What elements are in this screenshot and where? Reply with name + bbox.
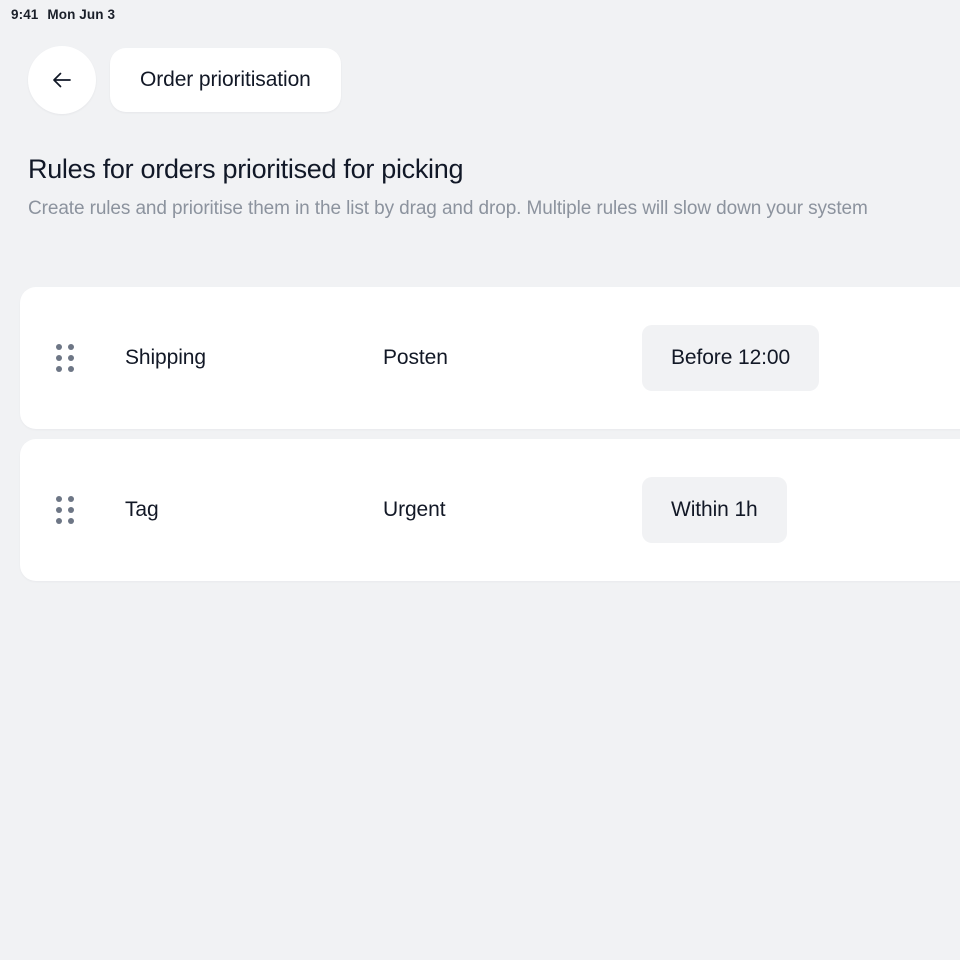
rule-type-label: Tag	[125, 498, 159, 521]
page-subtitle: Create rules and prioritise them in the …	[28, 198, 868, 219]
top-navigation: Order prioritisation	[28, 46, 341, 114]
app-screen: 9:41 Mon Jun 3 Order prioritisation Rule…	[0, 0, 960, 960]
rules-list: Shipping Posten Before 12:00 Tag Urgent …	[20, 287, 960, 581]
status-bar: 9:41 Mon Jun 3	[0, 0, 960, 28]
rule-chip-wrapper: Within 1h	[642, 477, 787, 543]
arrow-left-icon	[49, 67, 75, 93]
page-title-pill-label: Order prioritisation	[140, 68, 311, 91]
drag-handle-icon[interactable]	[56, 344, 82, 372]
rule-row[interactable]: Shipping Posten Before 12:00	[20, 287, 960, 429]
back-button[interactable]	[28, 46, 96, 114]
page-title: Rules for orders prioritised for picking	[28, 154, 464, 184]
drag-handle-icon[interactable]	[56, 496, 82, 524]
rule-condition-chip[interactable]: Within 1h	[642, 477, 787, 543]
status-bar-date: Mon Jun 3	[47, 6, 116, 22]
rule-chip-wrapper: Before 12:00	[642, 325, 820, 391]
rule-value-label: Urgent	[383, 498, 446, 521]
rule-row[interactable]: Tag Urgent Within 1h	[20, 439, 960, 581]
rule-condition-chip[interactable]: Before 12:00	[642, 325, 820, 391]
rule-value-label: Posten	[383, 346, 448, 369]
status-bar-time: 9:41	[11, 6, 39, 22]
page-title-pill[interactable]: Order prioritisation	[110, 48, 341, 112]
rule-type-label: Shipping	[125, 346, 206, 369]
page-heading-block: Rules for orders prioritised for picking…	[28, 152, 960, 222]
